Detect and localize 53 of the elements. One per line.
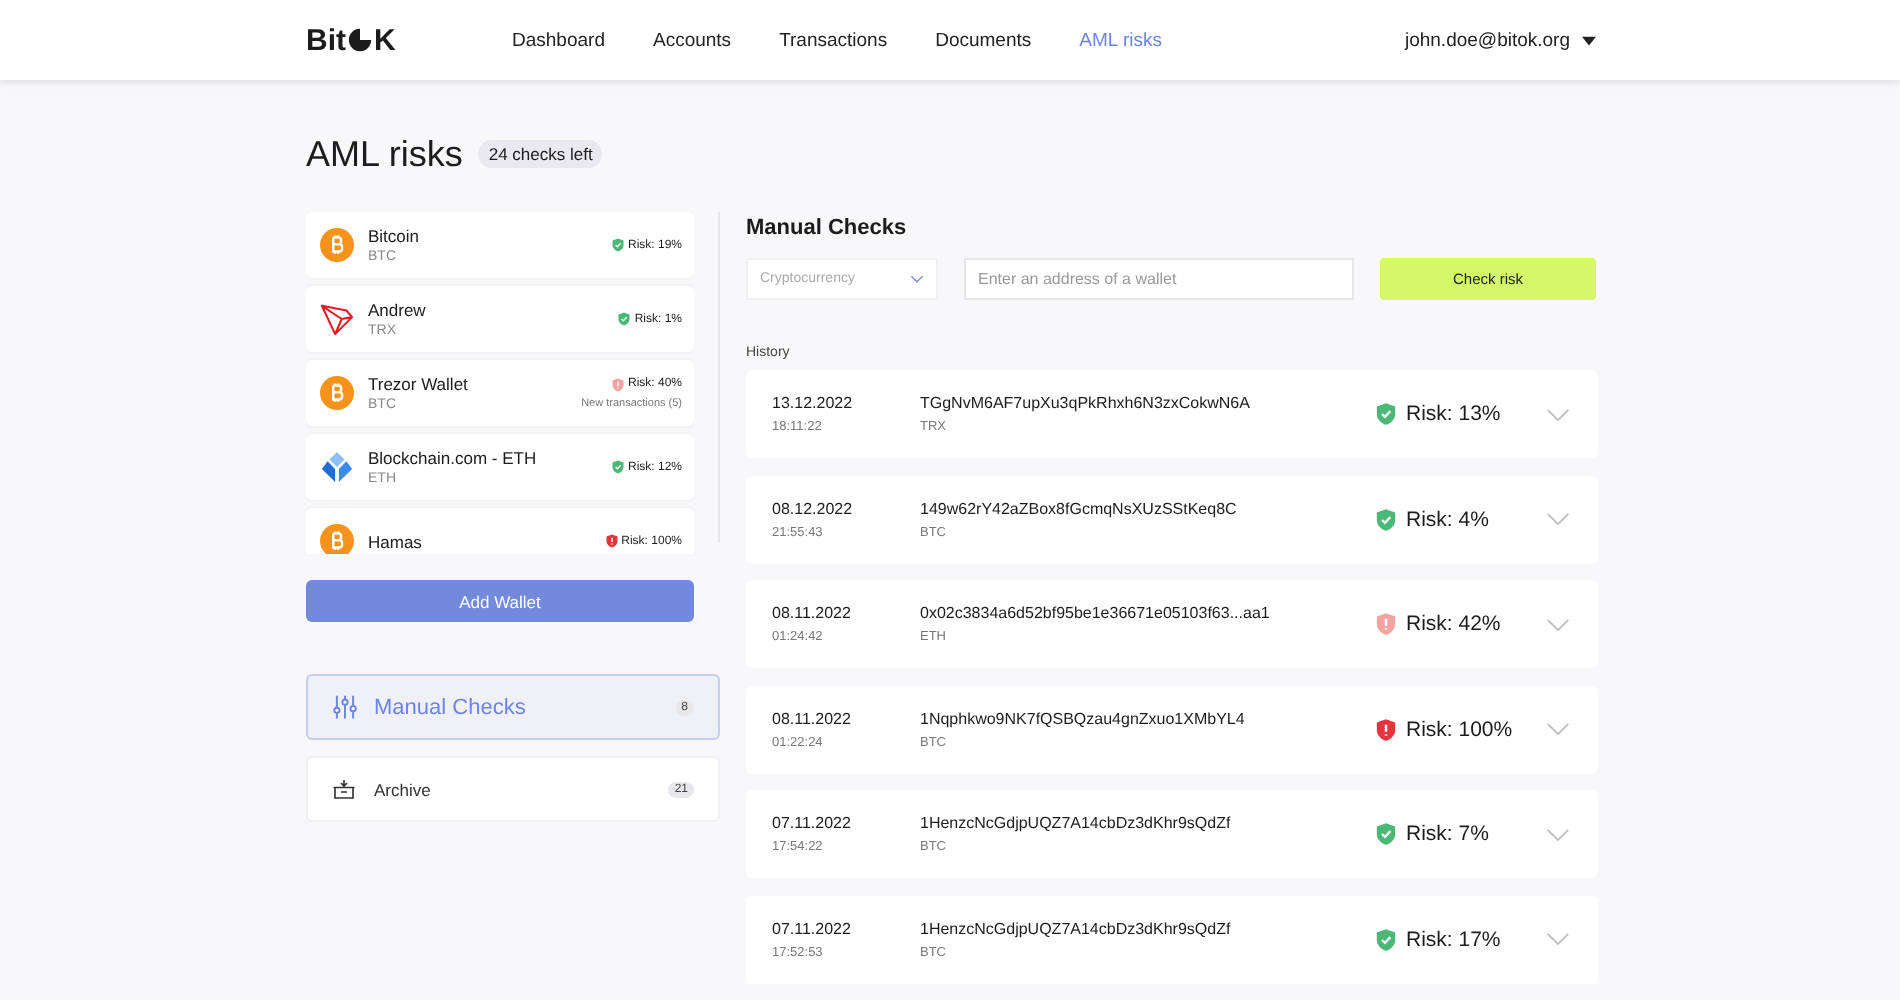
risk-value: Risk: 13%: [1406, 402, 1501, 426]
triangle-logo-icon: [320, 302, 354, 336]
check-date: 13.12.2022: [772, 394, 855, 412]
bitcoin-icon: [320, 524, 354, 554]
wallet-name: Andrew: [368, 300, 428, 320]
chevron-down-icon: [910, 274, 924, 284]
check-date: 07.11.2022: [772, 919, 853, 937]
logo-icon: [348, 28, 372, 52]
check-date: 08.11.2022: [772, 604, 853, 622]
sidebar-item-label: Archive: [374, 779, 433, 799]
wallet-address: 0x02c3834a6d52bf95be1e36671e05103f63...aa1: [920, 604, 1272, 622]
sliders-icon: [332, 694, 358, 720]
section-title: Manual Checks: [746, 216, 909, 240]
nav-link[interactable]: AML risks: [1079, 29, 1163, 51]
bitcoin-icon: [320, 228, 354, 262]
nav-link[interactable]: Accounts: [652, 29, 732, 51]
page-title: AML risks: [306, 133, 463, 175]
wallet-address: 1HenzcNcGdjpUQZ7A14cbDz3dKhr9sQdZf: [920, 919, 1233, 937]
nav-link[interactable]: Dashboard: [512, 29, 605, 51]
logo-text: Bit: [306, 23, 346, 57]
chevron-down-icon[interactable]: [1546, 617, 1570, 631]
risk-value: Risk: 4%: [1406, 507, 1489, 531]
wallet-address: TGgNvM6AF7upXu3qPkRhxh6N3zxCokwN6A: [920, 394, 1252, 412]
checks-left-badge: 24 checks left: [478, 140, 603, 168]
nav-link[interactable]: Documents: [935, 29, 1032, 51]
chevron-down-icon[interactable]: [1546, 827, 1570, 841]
caret-icon: [1582, 35, 1596, 45]
cube-logo-icon: [320, 450, 354, 484]
check-date: 08.11.2022: [772, 709, 853, 727]
wallet-address: 1HenzcNcGdjpUQZ7A14cbDz3dKhr9sQdZf: [920, 814, 1233, 832]
risk-value: Risk: 42%: [1406, 612, 1501, 636]
wallet-name: Trezor Wallet: [368, 374, 470, 394]
nav-link[interactable]: Transactions: [779, 29, 888, 51]
wallet-address: 149w62rY42aZBox8fGcmqNsXUzSStKeq8C: [920, 499, 1239, 517]
wallet-name: Bitcoin: [368, 226, 422, 246]
chevron-down-icon[interactable]: [1546, 932, 1570, 946]
check-date: 08.12.2022: [772, 499, 855, 517]
logo-text: K: [374, 23, 396, 57]
chevron-down-icon[interactable]: [1546, 407, 1570, 421]
address-input-field[interactable]: Enter an address of a wallet: [964, 258, 1354, 300]
risk-value: Risk: 100%: [1406, 717, 1513, 741]
risk-value: Risk: 7%: [1406, 822, 1489, 846]
wallet-address: 1Nqphkwo9NK7fQSBQzau4gnZxuo1XMbYL4: [920, 709, 1247, 727]
wallet-name: Hamas: [368, 531, 424, 551]
check-date: 07.11.2022: [772, 814, 853, 832]
wallet-name: Blockchain.com - ETH: [368, 448, 539, 468]
sidebar-item-label: Manual Checks: [374, 695, 528, 719]
user-menu[interactable]: john.doe@bitok.org: [1404, 29, 1596, 51]
chevron-down-icon[interactable]: [1546, 512, 1570, 526]
archive-box-icon: [332, 778, 356, 800]
bitcoin-icon: [320, 376, 354, 410]
chevron-down-icon[interactable]: [1546, 722, 1570, 736]
risk-value: Risk: 17%: [1406, 927, 1501, 951]
